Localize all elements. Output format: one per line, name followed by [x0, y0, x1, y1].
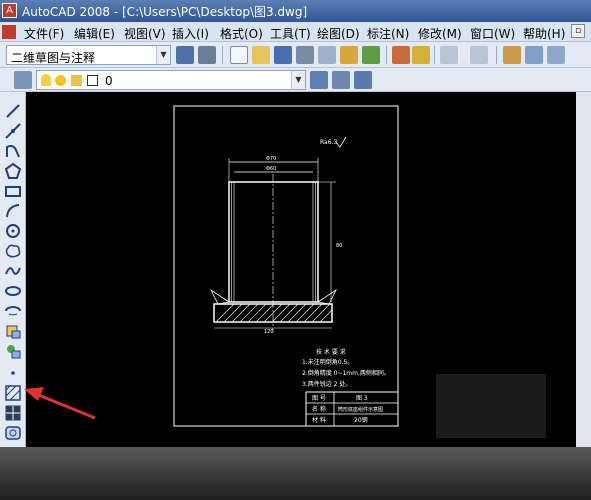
base-plate-hatch — [215, 303, 333, 323]
zoom-window-icon[interactable] — [547, 46, 565, 64]
layer-unlock-icon[interactable] — [71, 75, 82, 86]
right-edge-panel — [576, 92, 591, 452]
dim-inner-text: Φ60 — [266, 166, 276, 172]
height-dim-text: 80 — [336, 243, 342, 249]
menu-tools[interactable]: 工具(T) — [270, 25, 311, 42]
redo-icon[interactable] — [470, 46, 488, 64]
revision-cloud-icon[interactable] — [4, 242, 22, 260]
title-block-label-drawing-no: 图 号 — [312, 395, 326, 402]
plot-icon[interactable] — [296, 46, 314, 64]
document-system-icon[interactable] — [2, 25, 16, 39]
right-weld-symbol — [316, 288, 338, 305]
workspace-save-icon[interactable] — [198, 46, 216, 64]
match-properties-icon[interactable] — [412, 46, 430, 64]
title-block-label-name: 名 称 — [312, 405, 326, 413]
make-block-icon[interactable] — [4, 342, 22, 360]
blurred-overlay — [436, 374, 546, 438]
workspace-settings-icon[interactable] — [176, 46, 194, 64]
command-line-area[interactable] — [0, 447, 591, 500]
standard-toolbar: 二维草图与注释 ▼ — [0, 42, 591, 68]
layer-previous-icon[interactable] — [332, 71, 350, 89]
draw-toolbar — [0, 92, 26, 452]
save-icon[interactable] — [274, 46, 292, 64]
region-icon[interactable] — [4, 424, 22, 442]
menu-insert[interactable]: 插入(I) — [172, 25, 209, 42]
point-icon[interactable] — [4, 362, 22, 380]
menu-modify[interactable]: 修改(M) — [418, 25, 462, 42]
menu-window[interactable]: 窗口(W) — [470, 25, 515, 42]
title-block-label-material: 材 料 — [312, 416, 326, 424]
note-line-1: 1.未注明倒角0.5。 — [302, 358, 353, 366]
chevron-down-icon[interactable]: ▼ — [156, 46, 170, 64]
undo-icon[interactable] — [440, 46, 458, 64]
arc-icon[interactable] — [4, 202, 22, 220]
3d-dwf-icon[interactable] — [362, 46, 380, 64]
line-icon[interactable] — [4, 102, 22, 120]
plot-preview-icon[interactable] — [318, 46, 336, 64]
menu-format[interactable]: 格式(O) — [220, 25, 263, 42]
drawing-svg: Ra6.3 Φ70 Φ60 80 120 技 术 要 求 1.未注明倒角0.5。… — [173, 105, 546, 438]
layer-thaw-sun-icon[interactable] — [55, 75, 66, 86]
zoom-realtime-icon[interactable] — [525, 46, 543, 64]
menu-draw[interactable]: 绘图(D) — [317, 25, 360, 42]
gradient-icon[interactable] — [4, 404, 22, 422]
drawing-border — [173, 105, 399, 427]
make-object-layer-current-icon[interactable] — [310, 71, 328, 89]
menu-edit[interactable]: 编辑(E) — [74, 25, 115, 42]
layers-toolbar: 0 ▼ — [0, 68, 591, 92]
ellipse-arc-icon[interactable] — [4, 302, 22, 320]
menu-dimension[interactable]: 标注(N) — [367, 25, 409, 42]
title-block-value-name: 筒形底座组件示意图 — [338, 406, 383, 413]
roughness-label: Ra6.3 — [320, 139, 337, 146]
layer-on-bulb-icon[interactable] — [41, 74, 51, 86]
insert-block-icon[interactable] — [4, 322, 22, 340]
menu-bar: 文件(F) 编辑(E) 视图(V) 插入(I) 格式(O) 工具(T) 绘图(D… — [0, 22, 591, 42]
current-layer-name: 0 — [105, 74, 113, 88]
open-file-icon[interactable] — [252, 46, 270, 64]
circle-icon[interactable] — [4, 222, 22, 240]
spline-icon[interactable] — [4, 262, 22, 280]
ellipse-icon[interactable] — [4, 282, 22, 300]
title-bar: A AutoCAD 2008 - [C:\Users\PC\Desktop\图3… — [0, 0, 591, 22]
layer-combo[interactable]: 0 ▼ — [36, 70, 306, 90]
polyline-icon[interactable] — [4, 142, 22, 160]
roughness-symbol — [335, 136, 347, 148]
new-file-icon[interactable] — [230, 46, 248, 64]
dim-outer-text: Φ70 — [266, 156, 276, 162]
autocad-app-icon[interactable]: A — [2, 3, 17, 18]
chevron-down-icon[interactable]: ▼ — [291, 71, 305, 89]
menu-file[interactable]: 文件(F) — [24, 25, 64, 42]
title-block-value-material: 20钢 — [354, 416, 368, 424]
layer-states-icon[interactable] — [354, 71, 372, 89]
title-block-value-drawing-no: 图 3 — [356, 395, 368, 402]
base-dim-text: 120 — [264, 329, 274, 335]
polygon-icon[interactable] — [4, 162, 22, 180]
pan-icon[interactable] — [503, 46, 521, 64]
menu-help[interactable]: 帮助(H) — [523, 25, 565, 42]
note-line-3: 3.两件锐边 2 处。 — [302, 380, 351, 388]
title-block: 图 号 图 3 名 称 筒形底座组件示意图 材 料 20钢 — [305, 391, 399, 427]
notes-title: 技 术 要 求 — [316, 348, 346, 356]
workspace-combo-value: 二维草图与注释 — [11, 51, 96, 65]
workspace-combo[interactable]: 二维草图与注释 ▼ — [6, 45, 171, 65]
cut-icon[interactable] — [392, 46, 410, 64]
hatch-icon[interactable] — [4, 384, 22, 402]
left-weld-symbol — [209, 288, 231, 305]
window-title: AutoCAD 2008 - [C:\Users\PC\Desktop\图3.d… — [22, 5, 308, 19]
rectangle-icon[interactable] — [4, 182, 22, 200]
tube-outline — [228, 181, 319, 303]
construction-line-icon[interactable] — [4, 122, 22, 140]
note-line-2: 2.倒角精度 0~1mm,两侧相同。 — [302, 369, 390, 377]
restore-window-icon[interactable]: ▫ — [571, 24, 585, 38]
publish-icon[interactable] — [340, 46, 358, 64]
layer-color-swatch[interactable] — [87, 75, 98, 86]
menu-view[interactable]: 视图(V) — [124, 25, 166, 42]
drawing-canvas[interactable]: Ra6.3 Φ70 Φ60 80 120 技 术 要 求 1.未注明倒角0.5。… — [26, 92, 576, 447]
layer-properties-icon[interactable] — [14, 71, 32, 89]
